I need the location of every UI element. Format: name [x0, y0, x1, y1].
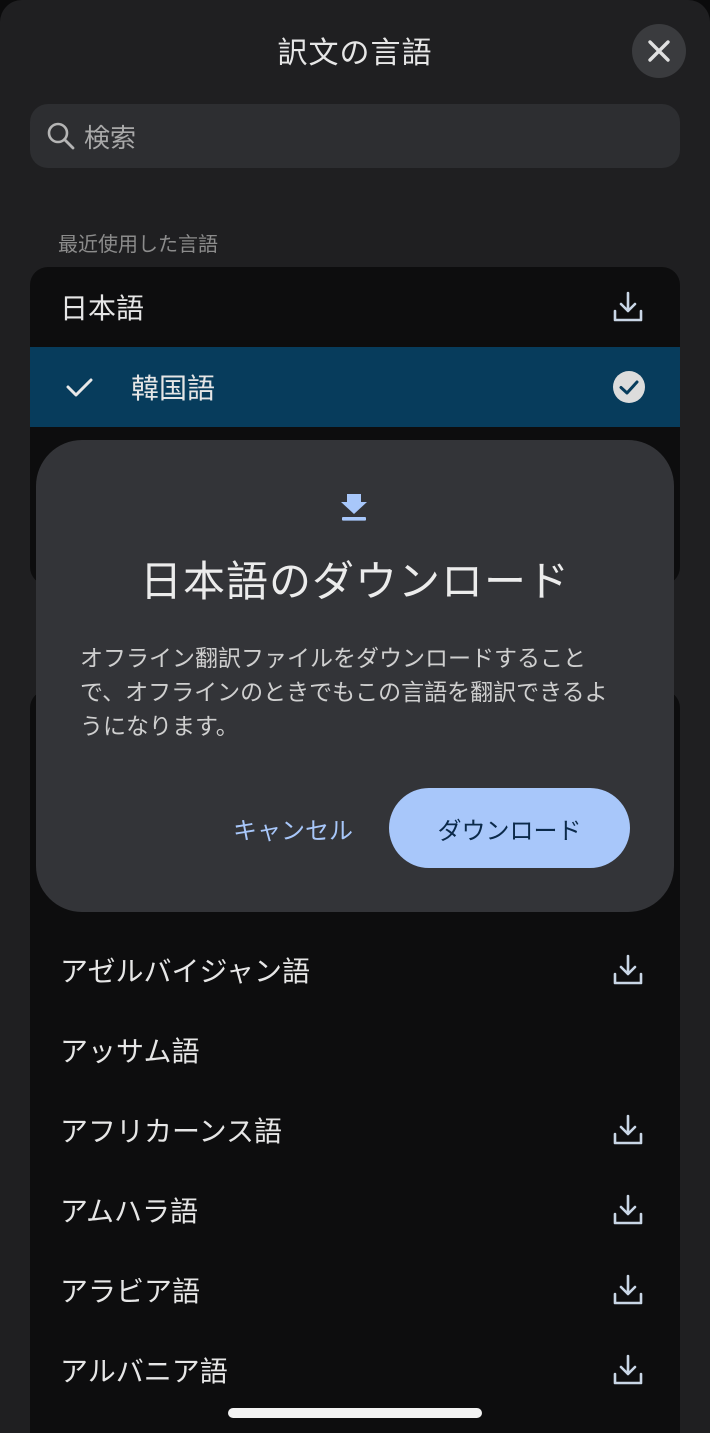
cancel-button[interactable]: キャンセル: [218, 788, 368, 868]
list-item[interactable]: アムハラ語: [30, 1170, 680, 1250]
home-indicator[interactable]: [228, 1408, 482, 1418]
download-button[interactable]: ダウンロード: [389, 788, 630, 868]
search-input[interactable]: 検索: [30, 104, 680, 168]
check-circle-icon: [613, 371, 645, 403]
download-icon: [341, 494, 367, 521]
language-label: 日本語: [60, 292, 145, 325]
language-label: アムハラ語: [60, 1195, 199, 1228]
dialog-body-line: で、オフラインのときでもこの言語を翻訳できるよ: [80, 680, 608, 706]
close-icon: [648, 40, 670, 62]
list-item[interactable]: アッサム語: [30, 1010, 680, 1090]
check-icon: [66, 378, 93, 397]
dialog-body-line: オフライン翻訳ファイルをダウンロードすること: [80, 646, 586, 672]
download-icon[interactable]: [610, 1192, 646, 1228]
search-icon: [44, 119, 78, 153]
language-label: アルバニア語: [60, 1355, 228, 1388]
dialog-body: オフライン翻訳ファイルをダウンロードすること で、オフラインのときでもこの言語を…: [80, 642, 635, 744]
dialog-body-line: うになります。: [80, 714, 239, 740]
language-item-korean[interactable]: 韓国語: [30, 347, 680, 427]
download-icon[interactable]: [610, 289, 646, 325]
close-button[interactable]: [632, 24, 686, 78]
download-icon[interactable]: [610, 1112, 646, 1148]
download-icon[interactable]: [610, 1352, 646, 1388]
dialog-title: 日本語のダウンロード: [139, 557, 570, 606]
list-item[interactable]: アルバニア語: [30, 1330, 680, 1410]
language-label: アゼルバイジャン語: [60, 955, 311, 988]
download-icon[interactable]: [610, 952, 646, 988]
download-icon[interactable]: [610, 1272, 646, 1308]
language-label: 韓国語: [131, 372, 216, 405]
recent-section-label: 最近使用した言語: [58, 232, 218, 256]
list-item[interactable]: アフリカーンス語: [30, 1090, 680, 1170]
language-label: アラビア語: [60, 1275, 201, 1308]
language-item-japanese[interactable]: 日本語: [30, 267, 680, 347]
list-item[interactable]: アゼルバイジャン語: [30, 930, 680, 1010]
language-label: アッサム語: [60, 1035, 200, 1068]
list-item[interactable]: アラビア語: [30, 1250, 680, 1330]
page-title: 訳文の言語: [277, 36, 433, 71]
search-placeholder: 検索: [84, 123, 137, 154]
download-dialog: 日本語のダウンロード オフライン翻訳ファイルをダウンロードすること で、オフライ…: [36, 440, 674, 912]
language-label: アフリカーンス語: [60, 1115, 283, 1148]
